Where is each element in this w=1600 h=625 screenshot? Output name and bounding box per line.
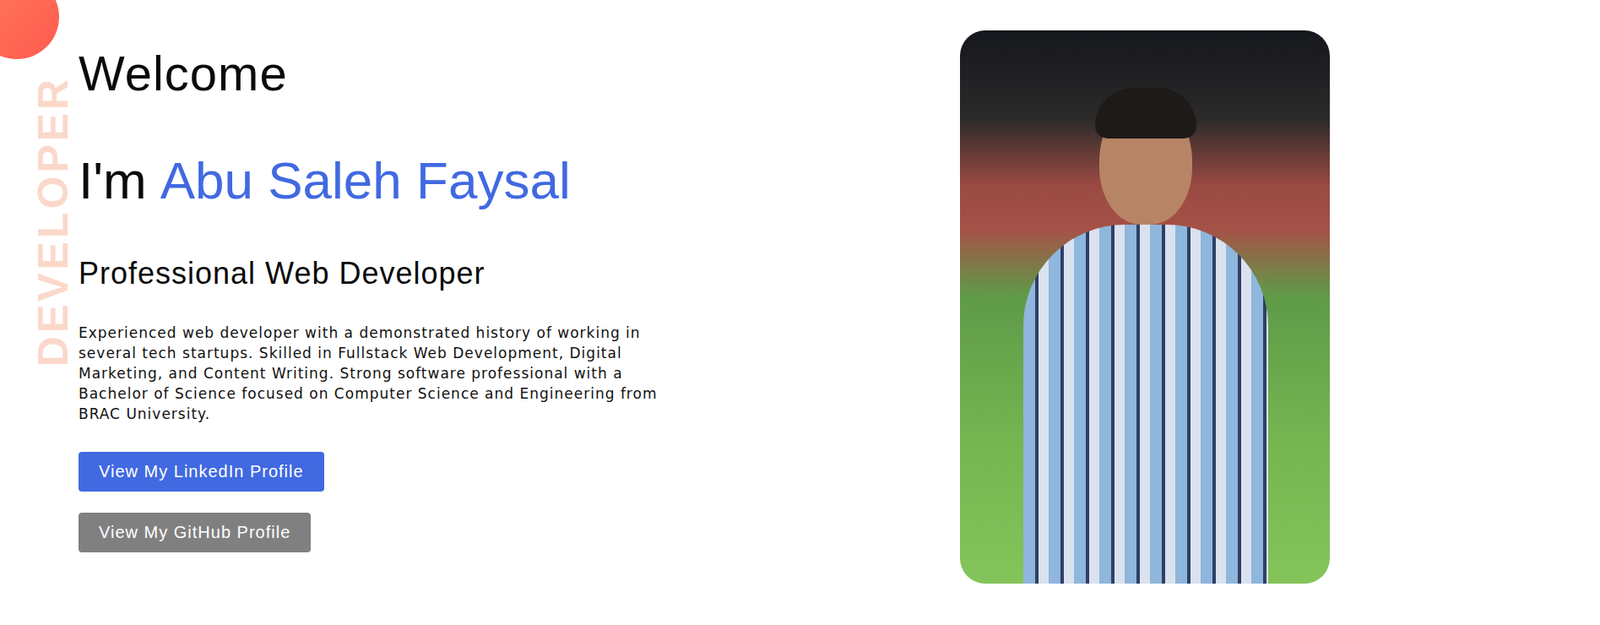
intro-heading: I'mAbu Saleh Faysal bbox=[78, 149, 571, 212]
greeting-heading: Welcome bbox=[78, 43, 288, 104]
intro-prefix: I'm bbox=[78, 149, 147, 212]
corner-circle bbox=[0, 0, 60, 60]
hero-section: Welcome I'mAbu Saleh Faysal Professional W… bbox=[0, 0, 1600, 584]
github-button[interactable]: View My GitHub Profile bbox=[78, 512, 311, 553]
person-name: Abu Saleh Faysal bbox=[160, 149, 571, 212]
watermark-text: DEVELOPER bbox=[31, 60, 76, 383]
linkedin-button[interactable]: View My LinkedIn Profile bbox=[78, 451, 325, 492]
profile-buttons: View My LinkedIn Profile View My GitHub P… bbox=[78, 451, 325, 553]
profile-photo bbox=[960, 30, 1330, 584]
photo-shirt bbox=[1023, 224, 1269, 584]
photo-hair bbox=[1095, 87, 1197, 139]
hero-text: Welcome I'mAbu Saleh Faysal Professional W… bbox=[78, 0, 721, 553]
role-heading: Professional Web Developer bbox=[78, 254, 486, 293]
bio-text: Experienced web developer with a demonst… bbox=[78, 322, 662, 424]
